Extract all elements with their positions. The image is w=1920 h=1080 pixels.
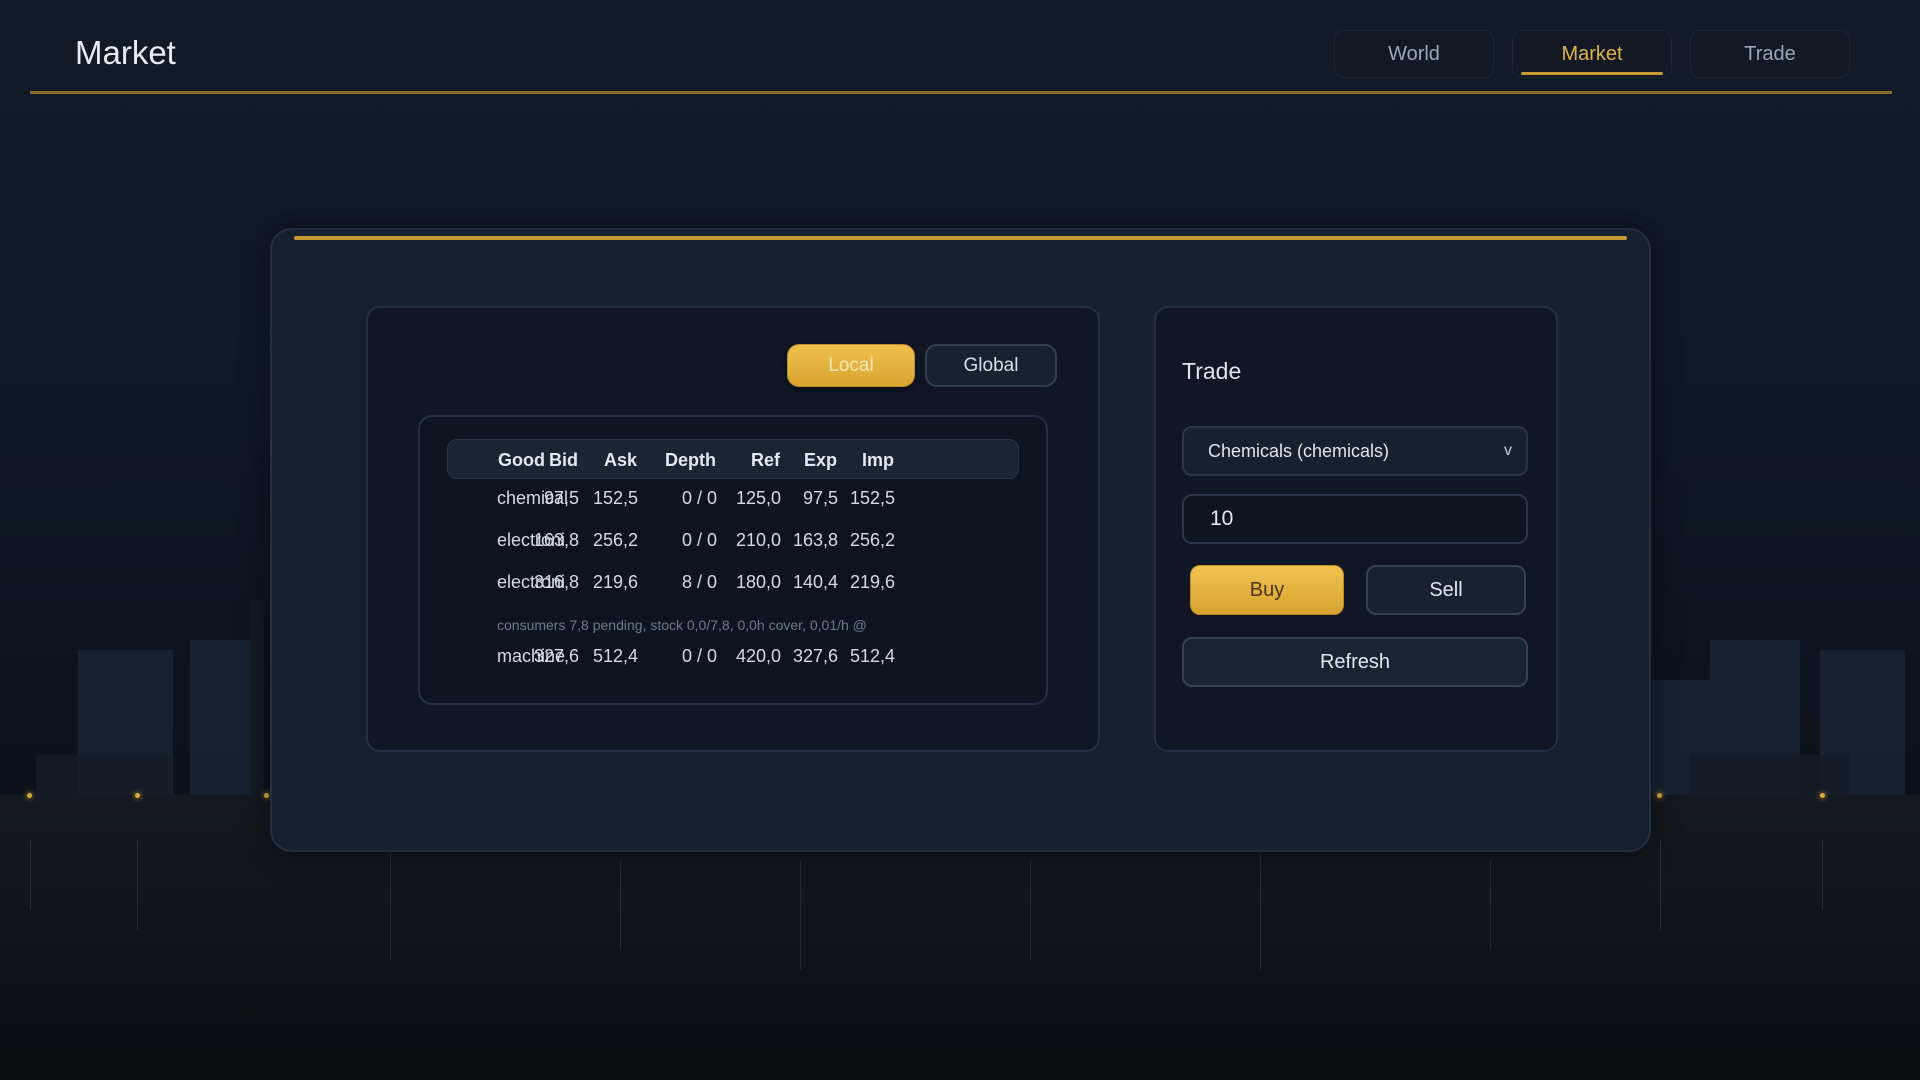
market-panel: Local Global Good Bid Ask Depth Ref Exp … xyxy=(270,228,1651,852)
column-header-exp[interactable]: Exp xyxy=(804,450,837,471)
table-row[interactable]: chemical 97,5 152,5 0 / 0 125,0 97,5 152… xyxy=(447,479,1019,519)
cell-ref: 210,0 xyxy=(735,530,781,550)
page-title: Market xyxy=(75,34,176,71)
cell-ask: 512,4 xyxy=(592,646,638,666)
cell-exp: 140,4 xyxy=(792,572,838,592)
cell-depth: 8 / 0 xyxy=(681,572,717,592)
table-row[interactable]: electroni 316,8 219,6 8 / 0 180,0 140,4 … xyxy=(447,563,1019,603)
cell-ref: 420,0 xyxy=(735,646,781,666)
cell-depth: 0 / 0 xyxy=(681,646,717,666)
cell-imp: 152,5 xyxy=(849,488,895,508)
cell-bid: 163,8 xyxy=(533,530,579,550)
row-detail-note: consumers 7,8 pending, stock 0,0/7,8, 0,… xyxy=(497,617,867,633)
market-box: Local Global Good Bid Ask Depth Ref Exp … xyxy=(366,306,1100,752)
table-row[interactable]: electroni 163,8 256,2 0 / 0 210,0 163,8 … xyxy=(447,521,1019,561)
table-header: Good Bid Ask Depth Ref Exp Imp xyxy=(447,439,1019,479)
refresh-button[interactable]: Refresh xyxy=(1182,637,1528,687)
cell-bid: 316,8 xyxy=(533,572,579,592)
column-header-imp[interactable]: Imp xyxy=(862,450,894,471)
sell-button[interactable]: Sell xyxy=(1366,565,1526,615)
tab-trade[interactable]: Trade xyxy=(1690,30,1850,78)
trade-box: Trade Chemicals (chemicals) v 10 Buy Sel… xyxy=(1154,306,1558,752)
good-select-value: Chemicals (chemicals) xyxy=(1208,441,1390,461)
cell-exp: 163,8 xyxy=(792,530,838,550)
good-select[interactable]: Chemicals (chemicals) v xyxy=(1182,426,1528,476)
cell-ask: 152,5 xyxy=(592,488,638,508)
tab-market[interactable]: Market xyxy=(1512,30,1672,78)
chevron-down-icon: v xyxy=(1504,442,1512,459)
tab-world[interactable]: World xyxy=(1334,30,1494,78)
cell-ref: 125,0 xyxy=(735,488,781,508)
cell-ask: 256,2 xyxy=(592,530,638,550)
column-header-good[interactable]: Good xyxy=(498,450,545,471)
cell-bid: 327,6 xyxy=(533,646,579,666)
cell-exp: 327,6 xyxy=(792,646,838,666)
cell-imp: 256,2 xyxy=(849,530,895,550)
column-header-bid[interactable]: Bid xyxy=(549,450,578,471)
main-nav: World Market Trade xyxy=(1334,30,1850,78)
market-table: Good Bid Ask Depth Ref Exp Imp chemical … xyxy=(418,415,1048,705)
cell-depth: 0 / 0 xyxy=(681,488,717,508)
cell-exp: 97,5 xyxy=(802,488,838,508)
cell-bid: 97,5 xyxy=(543,488,579,508)
cell-imp: 512,4 xyxy=(849,646,895,666)
column-header-ask[interactable]: Ask xyxy=(604,450,637,471)
table-row[interactable]: machine 327,6 512,4 0 / 0 420,0 327,6 51… xyxy=(447,637,1019,677)
top-bar: Market World Market Trade xyxy=(30,12,1892,94)
cell-depth: 0 / 0 xyxy=(681,530,717,550)
cell-ask: 219,6 xyxy=(592,572,638,592)
cell-ref: 180,0 xyxy=(735,572,781,592)
column-header-ref[interactable]: Ref xyxy=(751,450,780,471)
buy-button[interactable]: Buy xyxy=(1190,565,1344,615)
cell-imp: 219,6 xyxy=(849,572,895,592)
trade-title: Trade xyxy=(1182,358,1242,384)
column-header-depth[interactable]: Depth xyxy=(665,450,716,471)
local-scope-button[interactable]: Local xyxy=(787,344,915,387)
panel-accent-line xyxy=(294,236,1627,240)
quantity-input[interactable]: 10 xyxy=(1182,494,1528,544)
global-scope-button[interactable]: Global xyxy=(925,344,1057,387)
